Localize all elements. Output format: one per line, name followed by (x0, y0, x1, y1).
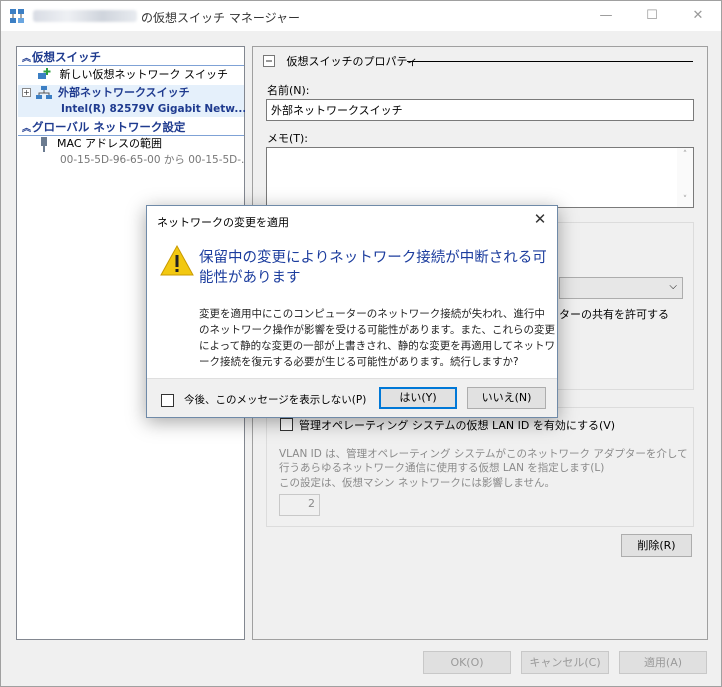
dialog-close-icon[interactable]: ✕ (531, 210, 549, 228)
dont-show-again-checkbox[interactable] (161, 394, 174, 407)
collapse-chevron-icon: ︽ (22, 54, 32, 64)
yes-button[interactable]: はい(Y) (379, 387, 457, 409)
minimize-button[interactable]: — (583, 1, 629, 31)
close-button[interactable]: ✕ (675, 1, 721, 31)
new-virtual-switch-item[interactable]: 新しい仮想ネットワーク スイッチ (37, 67, 228, 83)
window-title: の仮想スイッチ マネージャー (141, 11, 300, 25)
network-adapter-icon (41, 137, 47, 152)
mac-address-range-item[interactable]: MAC アドレスの範囲 00-15-5D-96-65-00 から 00-15-5… (37, 136, 251, 170)
collapse-box-icon[interactable] (263, 55, 275, 67)
external-switch-item[interactable]: + 外部ネットワークスイッチ Intel(R) 82579V Gigabit N… (18, 85, 246, 117)
expand-icon[interactable]: + (22, 88, 31, 97)
title-bar: の仮想スイッチ マネージャー — ☐ ✕ (1, 1, 721, 31)
name-field[interactable] (266, 99, 694, 121)
scroll-down-icon[interactable]: ˅ (677, 195, 693, 205)
dont-show-again-label[interactable]: 今後、このメッセージを表示しない(P) (184, 392, 366, 407)
dialog-body-text: 変更を適用中にこのコンピューターのネットワーク接続が失われ、進行中のネットワーク… (199, 308, 555, 368)
cancel-button[interactable]: キャンセル(C) (521, 651, 609, 674)
scroll-up-icon[interactable]: ˄ (677, 150, 693, 160)
maximize-button[interactable]: ☐ (629, 1, 675, 31)
collapse-chevron-icon: ︽ (22, 124, 32, 134)
vlan-id-field[interactable]: 2 (279, 494, 320, 516)
group-divider (407, 61, 693, 62)
no-button[interactable]: いいえ(N) (467, 387, 546, 409)
redacted-hostname (33, 10, 137, 22)
name-label: 名前(N): (267, 84, 310, 97)
warning-icon (160, 244, 194, 276)
ok-button[interactable]: OK(O) (423, 651, 511, 674)
memo-scrollbar[interactable]: ˄ ˅ (677, 148, 693, 207)
dialog-title: ネットワークの変更を適用 (157, 216, 289, 229)
apply-button[interactable]: 適用(A) (619, 651, 707, 674)
switch-manager-icon (10, 9, 24, 23)
vlan-enable-checkbox[interactable] (280, 418, 293, 431)
remove-button[interactable]: 削除(R) (621, 534, 692, 557)
adapter-dropdown[interactable]: ⌵ (559, 277, 683, 299)
allow-sharing-label: ターの共有を許可する (559, 308, 669, 321)
switch-properties-title: 仮想スイッチのプロパティ (263, 53, 418, 69)
memo-field[interactable]: ˄ ˅ (266, 147, 694, 208)
network-switch-icon (36, 86, 52, 99)
virtual-switches-header[interactable]: ︽仮想スイッチ (18, 48, 244, 66)
dialog-main-instruction: 保留中の変更によりネットワーク接続が中断される可能性があります (199, 250, 547, 286)
chevron-down-icon: ⌵ (669, 281, 677, 292)
dialog-footer: 今後、このメッセージを表示しない(P) はい(Y) いいえ(N) (147, 378, 557, 417)
memo-label: メモ(T): (267, 132, 309, 145)
apply-network-changes-dialog: ネットワークの変更を適用 ✕ 保留中の変更によりネットワーク接続が中断される可能… (146, 205, 558, 418)
vlan-description: VLAN ID は、管理オペレーティング システムがこのネットワーク アダプター… (279, 448, 688, 474)
new-switch-icon (38, 68, 51, 79)
vlan-enable-label: 管理オペレーティング システムの仮想 LAN ID を有効にする(V) (299, 419, 616, 432)
vlan-note: この設定は、仮想マシン ネットワークには影響しません。 (279, 477, 556, 489)
global-network-settings-header[interactable]: ︽グローバル ネットワーク設定 (18, 118, 244, 136)
